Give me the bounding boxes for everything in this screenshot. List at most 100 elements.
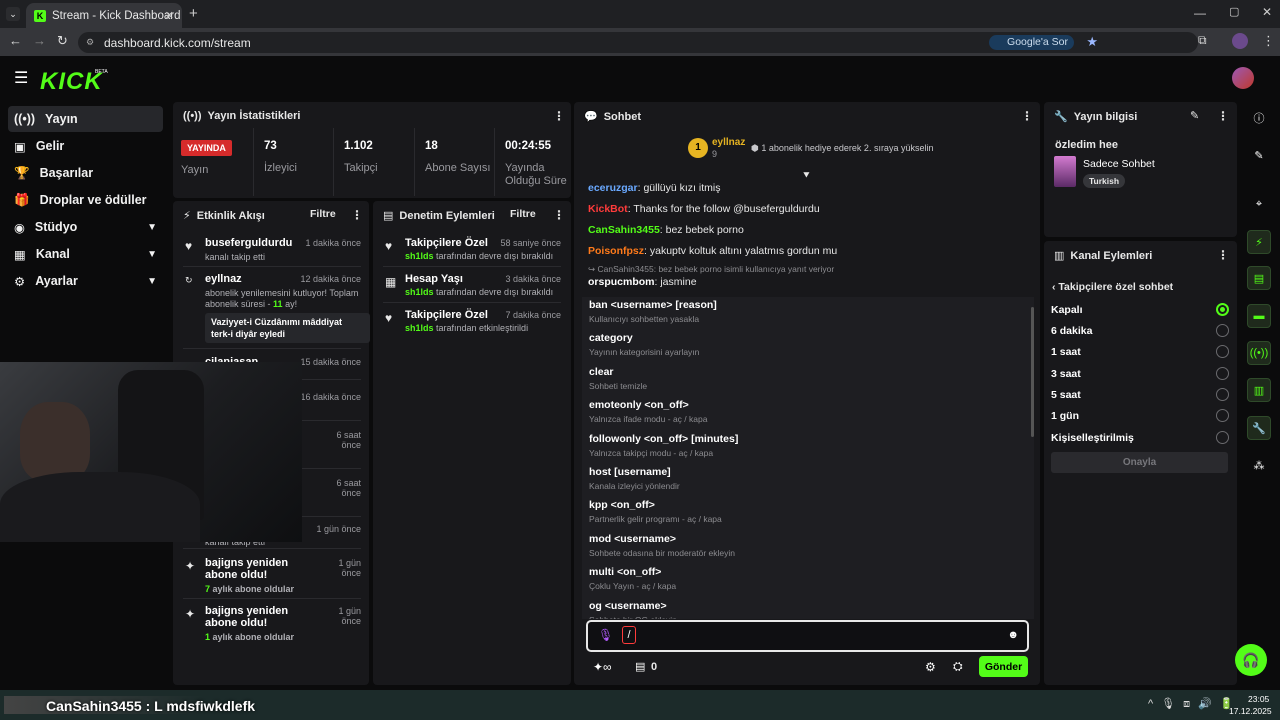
command-item[interactable]: clear Sohbeti temizle xyxy=(589,366,647,391)
chat-reply-text: CanSahin3455: bez bebek porno isimli kul… xyxy=(597,264,835,274)
new-tab-icon[interactable]: + xyxy=(189,5,198,22)
radio[interactable] xyxy=(1216,367,1229,380)
tab-search-icon[interactable]: ⌄ xyxy=(6,7,20,21)
profile-icon[interactable] xyxy=(1232,33,1248,49)
store-icon[interactable]: ▤ xyxy=(635,660,645,673)
sidebar-item-ayarlar[interactable]: ⚙ Ayarlar ▼ xyxy=(8,268,163,294)
command-item[interactable]: kpp <on_off> Partnerlik gelir programı - … xyxy=(589,499,722,524)
minimize-icon[interactable]: — xyxy=(1194,6,1206,20)
close-tab-icon[interactable]: ✕ xyxy=(165,9,174,22)
reload-icon[interactable]: ↻ xyxy=(57,33,68,49)
option-3-saat[interactable]: 3 saat xyxy=(1051,367,1229,380)
document-icon[interactable]: ▤ xyxy=(1247,266,1271,290)
more-options-icon[interactable]: ⋮ xyxy=(553,208,565,222)
more-options-icon[interactable]: ⋮ xyxy=(351,208,363,222)
support-headset-icon[interactable]: 🎧 xyxy=(1235,644,1267,676)
sidebar-item-yayin[interactable]: ((•)) Yayın xyxy=(8,106,163,132)
infinity-points-icon[interactable]: ✦∞ xyxy=(593,660,612,674)
sidebar-item-studyo[interactable]: ◉ Stüdyo ▼ xyxy=(8,214,163,240)
chat-input[interactable]: 🎙 / ☻ xyxy=(586,620,1029,652)
site-info-icon[interactable]: ⚙ xyxy=(86,37,94,48)
focus-icon[interactable]: ⌖ xyxy=(1247,192,1271,216)
command-item[interactable]: og <username> Sohbete bir OG ekleyin xyxy=(589,600,677,619)
radio[interactable] xyxy=(1216,409,1229,422)
sidebar-item-kanal[interactable]: ▦ Kanal ▼ xyxy=(8,241,163,267)
activity-item: ↻ eyllnaz 12 dakika önce abonelik yenile… xyxy=(183,273,370,349)
radio-selected[interactable] xyxy=(1216,303,1229,316)
activity-user[interactable]: buseferguldurdu xyxy=(205,237,315,249)
radio[interactable] xyxy=(1216,345,1229,358)
kick-logo[interactable]: KICK xyxy=(40,68,103,96)
moderation-filter-button[interactable]: Filtre xyxy=(510,208,536,220)
command-item[interactable]: multi <on_off> Çoklu Yayın - aç / kapa xyxy=(589,566,676,591)
sidebar-item-gelir[interactable]: ▣ Gelir xyxy=(8,133,163,159)
lightning-icon[interactable]: ⚡ xyxy=(1247,230,1271,254)
activity-user[interactable]: bajigns yeniden abone oldu! xyxy=(205,605,315,629)
info-icon[interactable]: ⓘ xyxy=(1247,106,1271,130)
user-avatar[interactable] xyxy=(1232,67,1254,89)
command-item[interactable]: ban <username> [reason] Kullanıcıyı sohbe… xyxy=(589,299,717,324)
wrench-icon[interactable]: 🔧 xyxy=(1247,416,1271,440)
more-options-icon[interactable]: ⋮ xyxy=(553,109,565,123)
command-name: og <username> xyxy=(589,599,667,612)
more-options-icon[interactable]: ⋮ xyxy=(1217,248,1229,262)
chat-message: orspucmbom: jasmine xyxy=(588,276,697,288)
edit-icon[interactable]: ✎ xyxy=(1190,109,1199,122)
chat-user[interactable]: CanSahin3455 xyxy=(588,224,660,236)
category-name[interactable]: Sadece Sohbet xyxy=(1083,158,1155,170)
pen-icon[interactable]: ✎ xyxy=(1247,143,1271,167)
url-field[interactable]: ⚙ dashboard.kick.com/stream Google'a Sor… xyxy=(78,32,1198,53)
option-kisisellestirilmis[interactable]: Kişiselleştirilmiş xyxy=(1051,431,1229,444)
emoji-icon[interactable]: ☻ xyxy=(1007,629,1019,641)
chat-settings-icon[interactable]: ⚙ xyxy=(925,660,936,674)
sidebar-item-basarilar[interactable]: 🏆 Başarılar xyxy=(8,160,163,186)
forward-icon[interactable]: → xyxy=(33,33,46,48)
sidebar-item-label: Stüdyo xyxy=(34,220,78,234)
extensions-icon[interactable]: ⧉ xyxy=(1198,33,1207,48)
option-kapali[interactable]: Kapalı xyxy=(1051,303,1229,316)
browser-tab[interactable]: K Stream - Kick Dashboard ✕ xyxy=(26,3,182,28)
command-item[interactable]: category Yayının kategorisini ayarlayın xyxy=(589,332,699,357)
option-1-saat[interactable]: 1 saat xyxy=(1051,345,1229,358)
scrollbar[interactable] xyxy=(1031,307,1034,437)
option-1-gun[interactable]: 1 gün xyxy=(1051,409,1229,422)
send-button[interactable]: Gönder xyxy=(979,656,1028,677)
back-to-actions[interactable]: ‹ Takipçilere özel sohbet xyxy=(1052,281,1173,293)
command-item[interactable]: mod <username> Sohbete odasına bir modera… xyxy=(589,533,735,558)
google-sor-button[interactable]: Google'a Sor xyxy=(989,35,1074,50)
chat-bubble-icon[interactable]: ▬ xyxy=(1247,304,1271,328)
broadcast-icon[interactable]: ((•)) xyxy=(1247,341,1271,365)
chat-user[interactable]: eceruzgar xyxy=(588,182,638,194)
pin-collapse-icon[interactable]: ⯆ xyxy=(802,170,811,183)
chat-user[interactable]: KickBot xyxy=(588,203,628,215)
chat-tools-icon[interactable]: ⛭ xyxy=(953,659,963,674)
apps-icon[interactable]: ⁂ xyxy=(1247,453,1271,477)
confirm-button[interactable]: Onayla xyxy=(1051,452,1228,473)
bookmark-star-icon[interactable]: ★ xyxy=(1086,34,1098,50)
back-icon[interactable]: ← xyxy=(9,33,22,48)
hamburger-menu-icon[interactable]: ☰ xyxy=(14,68,28,88)
maximize-icon[interactable]: ▢ xyxy=(1229,5,1239,18)
tray-icons[interactable]: ^🎙⧈🔊🔋 xyxy=(1148,697,1242,711)
option-5-saat[interactable]: 5 saat xyxy=(1051,388,1229,401)
activity-filter-button[interactable]: Filtre xyxy=(310,208,336,220)
sidebar-item-droplar[interactable]: 🎁 Droplar ve ödüller xyxy=(8,187,163,213)
command-item[interactable]: host [username] Kanala izleyici yönlendir xyxy=(589,466,680,491)
chat-user[interactable]: Poisonfpsz xyxy=(588,245,644,257)
radio[interactable] xyxy=(1216,324,1229,337)
browser-menu-icon[interactable]: ⋮ xyxy=(1262,33,1275,49)
option-6-dakika[interactable]: 6 dakika xyxy=(1051,324,1229,337)
radio[interactable] xyxy=(1216,431,1229,444)
more-options-icon[interactable]: ⋮ xyxy=(1021,109,1033,123)
microphone-icon[interactable]: 🎙 xyxy=(598,628,613,642)
more-options-icon[interactable]: ⋮ xyxy=(1217,109,1229,123)
sliders-icon[interactable]: ▥ xyxy=(1247,378,1271,402)
radio[interactable] xyxy=(1216,388,1229,401)
chat-user[interactable]: orspucmbom xyxy=(588,276,655,288)
command-item[interactable]: emoteonly <on_off> Yalnızca ifade modu - … xyxy=(589,399,707,424)
activity-user[interactable]: bajigns yeniden abone oldu! xyxy=(205,557,315,581)
activity-user[interactable]: eyllnaz xyxy=(205,273,315,285)
command-item[interactable]: followonly <on_off> [minutes] Yalnızca ta… xyxy=(589,433,738,458)
close-window-icon[interactable]: ✕ xyxy=(1262,5,1272,19)
pinned-gifter[interactable]: 1 eyllnaz 9 ⬢ 1 abonelik hediye ederek 2… xyxy=(688,136,938,164)
